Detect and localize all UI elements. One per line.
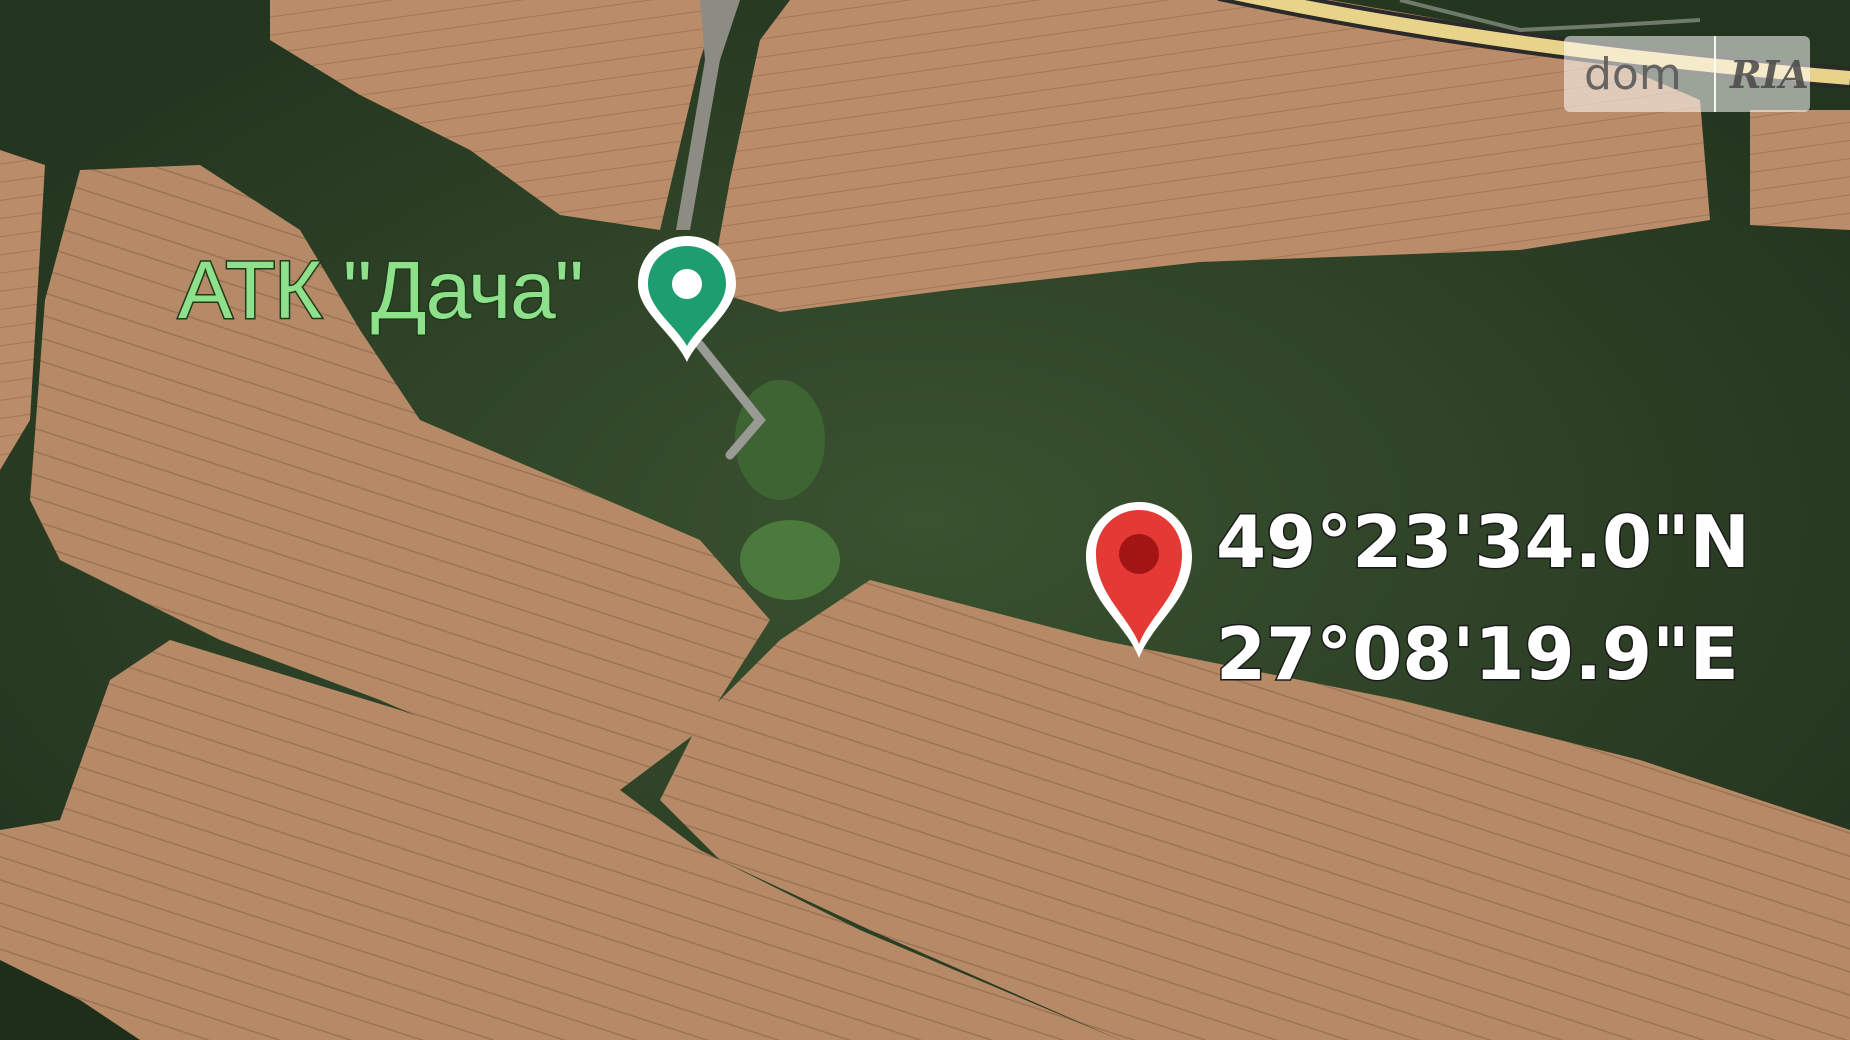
coordinates-readout: 49°23'34.0"N 27°08'19.9"E xyxy=(1215,486,1752,710)
watermark-brand-ria: RIA xyxy=(1730,51,1809,97)
watermark-logo: dom RIA xyxy=(1564,36,1810,112)
location-pin-icon[interactable] xyxy=(1080,496,1198,662)
latitude-text: 49°23'34.0"N xyxy=(1215,499,1752,586)
longitude-text: 27°08'19.9"E xyxy=(1215,611,1741,698)
watermark-brand-dom: dom xyxy=(1584,48,1682,100)
place-pin-icon[interactable] xyxy=(634,234,740,364)
map-view[interactable]: АТК "Дача" 49°23'34.0"N 27°08'19.9"E dom… xyxy=(0,0,1850,1040)
place-label[interactable]: АТК "Дача" xyxy=(177,244,586,338)
